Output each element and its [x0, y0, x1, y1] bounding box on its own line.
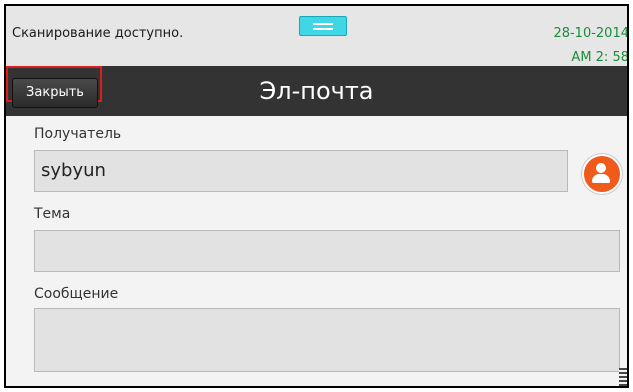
- contact-person-icon[interactable]: [582, 154, 622, 194]
- subject-label: Тема: [34, 206, 71, 222]
- status-date: 28-10-2014: [553, 26, 629, 41]
- scan-status-text: Сканирование доступно.: [12, 26, 184, 41]
- subject-input[interactable]: [34, 230, 620, 272]
- close-button[interactable]: Закрыть: [12, 78, 98, 108]
- menu-handle-icon[interactable]: [299, 16, 347, 36]
- status-bar: Сканирование доступно. 28-10-2014 AM 2: …: [6, 6, 627, 66]
- title-bar: Закрыть: [6, 66, 627, 116]
- recipient-label: Получатель: [34, 126, 122, 142]
- recipient-input[interactable]: sybyun: [34, 150, 568, 192]
- scroll-indicator: [619, 368, 627, 386]
- device-screen: Сканирование доступно. 28-10-2014 AM 2: …: [4, 4, 629, 388]
- message-label: Сообщение: [34, 286, 119, 302]
- message-textarea[interactable]: [34, 308, 620, 372]
- status-time: AM 2: 58: [571, 50, 629, 65]
